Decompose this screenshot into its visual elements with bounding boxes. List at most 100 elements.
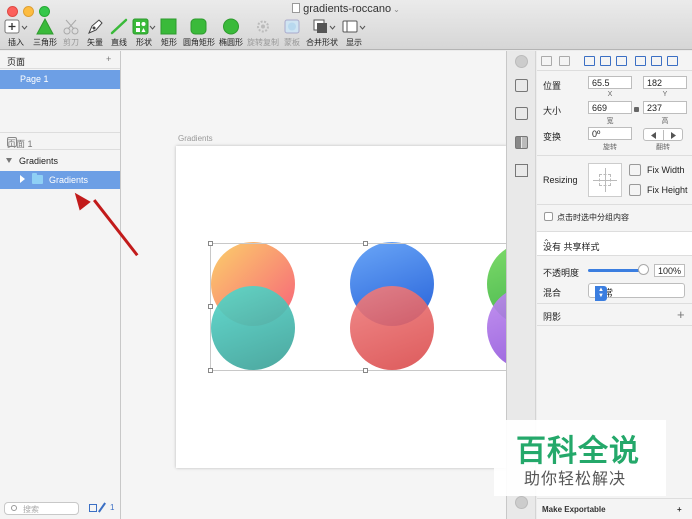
export-icon[interactable]	[7, 137, 17, 147]
rectangle-icon	[159, 18, 179, 35]
info-icon[interactable]	[515, 496, 528, 509]
layers-header: 页面 1	[0, 132, 120, 150]
layer-search-input[interactable]: 搜索	[4, 502, 79, 515]
table-icon[interactable]	[515, 164, 528, 177]
align-center-icon[interactable]	[600, 56, 611, 66]
layer-group[interactable]: Gradients	[0, 171, 120, 189]
line-label: 直线	[111, 38, 127, 47]
click-through-label[interactable]: 点击时选中分组内容	[557, 212, 629, 223]
transform-label: 变换	[543, 132, 562, 142]
rotate-copy-label: 旋转复制	[247, 38, 279, 47]
align-right-icon[interactable]	[616, 56, 627, 66]
resize-handle[interactable]	[363, 368, 368, 373]
shared-style-select[interactable]: 没有 共享样式 ⌃ ⌄	[537, 231, 692, 256]
distribute-horizontal-icon[interactable]	[541, 56, 552, 66]
shapes-button[interactable]: 形状	[132, 18, 156, 48]
combine-shape-button[interactable]: 合并形状	[305, 18, 339, 48]
lock-icon[interactable]	[634, 107, 639, 112]
add-page-icon[interactable]: +	[106, 53, 111, 66]
fix-width-label[interactable]: Fix Width	[647, 165, 685, 175]
add-export-icon[interactable]: +	[677, 503, 682, 516]
opacity-slider-knob[interactable]	[638, 264, 649, 275]
insert-button[interactable]: 插入	[4, 18, 28, 48]
align-middle-icon[interactable]	[651, 56, 662, 66]
click-through-checkbox[interactable]	[544, 212, 553, 221]
mask-icon	[282, 18, 302, 35]
font-icon[interactable]	[515, 55, 528, 68]
watermark-subtitle: 助你轻松解决	[524, 469, 627, 488]
mask-label: 蒙板	[284, 38, 300, 47]
shapes-icon	[132, 18, 156, 35]
scissors-button[interactable]: 剪刀	[61, 18, 81, 48]
layer-artboard[interactable]: Gradients	[0, 152, 120, 170]
align-bottom-icon[interactable]	[667, 56, 678, 66]
fix-height-label[interactable]: Fix Height	[647, 185, 688, 195]
size-label: 大小	[543, 106, 562, 116]
fix-width-icon[interactable]	[629, 164, 641, 176]
folder-icon	[32, 173, 43, 184]
document-icon	[292, 3, 301, 13]
view-icon	[342, 18, 366, 35]
blend-mode-select[interactable]: 正常 ▲▼	[588, 283, 685, 301]
add-shadow-icon[interactable]: +	[677, 308, 685, 321]
divider	[537, 325, 692, 326]
disclosure-triangle-icon[interactable]	[6, 158, 12, 163]
opacity-slider[interactable]	[588, 269, 644, 272]
rounded-rectangle-button[interactable]: 圆角矩形	[182, 18, 216, 48]
rotate-copy-button[interactable]: 旋转复制	[246, 18, 280, 48]
artboard[interactable]	[176, 146, 507, 468]
oval-label: 椭圆形	[219, 38, 243, 47]
resize-handle[interactable]	[363, 241, 368, 246]
opacity-field[interactable]: 100%	[654, 264, 685, 277]
grid-view-icon[interactable]	[515, 136, 528, 149]
window-title-text: gradients-roccano	[303, 3, 392, 15]
width-field[interactable]: 669	[588, 101, 632, 114]
resize-handle[interactable]	[208, 304, 213, 309]
chevron-down-icon[interactable]: ⌄	[393, 5, 400, 14]
insert-label: 插入	[8, 38, 24, 47]
title-bar: gradients-roccano ⌄ 插入 三角形 剪刀 矢量 直线 形状 矩形…	[0, 0, 692, 50]
fix-height-icon[interactable]	[629, 184, 641, 196]
make-exportable-row[interactable]: Make Exportable +	[537, 498, 692, 519]
y-field[interactable]: 182	[643, 76, 687, 89]
vector-button[interactable]: 矢量	[85, 18, 105, 48]
search-placeholder: 搜索	[23, 505, 39, 514]
window-title: gradients-roccano ⌄	[0, 3, 692, 15]
align-top-icon[interactable]	[635, 56, 646, 66]
height-field[interactable]: 237	[643, 101, 687, 114]
disclosure-triangle-icon[interactable]	[20, 175, 25, 183]
export-document-icon[interactable]	[515, 79, 528, 92]
layers-sidebar: 页面 + Page 1 页面 1 Gradients Gradients 搜索 …	[0, 51, 121, 519]
symbols-icon[interactable]	[515, 107, 528, 120]
make-exportable-label: Make Exportable	[542, 505, 606, 514]
artboard-title[interactable]: Gradients	[178, 134, 213, 143]
pages-header-label: 页面	[7, 57, 26, 67]
pen-icon	[85, 18, 105, 35]
canvas[interactable]: Gradients	[121, 51, 507, 519]
resize-handle[interactable]	[208, 368, 213, 373]
oval-button[interactable]: 椭圆形	[218, 18, 244, 48]
flip-buttons[interactable]	[643, 128, 683, 141]
chevron-updown-icon: ⌃ ⌄	[543, 238, 550, 253]
rotation-field[interactable]: 0º	[588, 127, 632, 140]
position-label: 位置	[543, 81, 562, 91]
filter-artboard-icon[interactable]	[89, 504, 97, 512]
line-button[interactable]: 直线	[109, 18, 129, 48]
x-field[interactable]: 65.5	[588, 76, 632, 89]
align-left-icon[interactable]	[584, 56, 595, 66]
alignment-toolbar	[537, 51, 692, 71]
scissors-icon	[61, 18, 81, 35]
rectangle-label: 矩形	[161, 38, 177, 47]
resize-handle[interactable]	[208, 241, 213, 246]
distribute-vertical-icon[interactable]	[559, 56, 570, 66]
mask-button[interactable]: 蒙板	[282, 18, 302, 48]
triangle-label: 三角形	[33, 38, 57, 47]
resizing-constraints-control[interactable]	[588, 163, 622, 197]
view-button[interactable]: 显示	[342, 18, 366, 48]
page-item[interactable]: Page 1	[0, 70, 120, 89]
rounded-rectangle-icon	[182, 18, 216, 35]
triangle-button[interactable]: 三角形	[32, 17, 58, 48]
filter-pen-icon[interactable]	[98, 502, 106, 513]
rectangle-button[interactable]: 矩形	[159, 18, 179, 48]
divider	[537, 204, 692, 205]
